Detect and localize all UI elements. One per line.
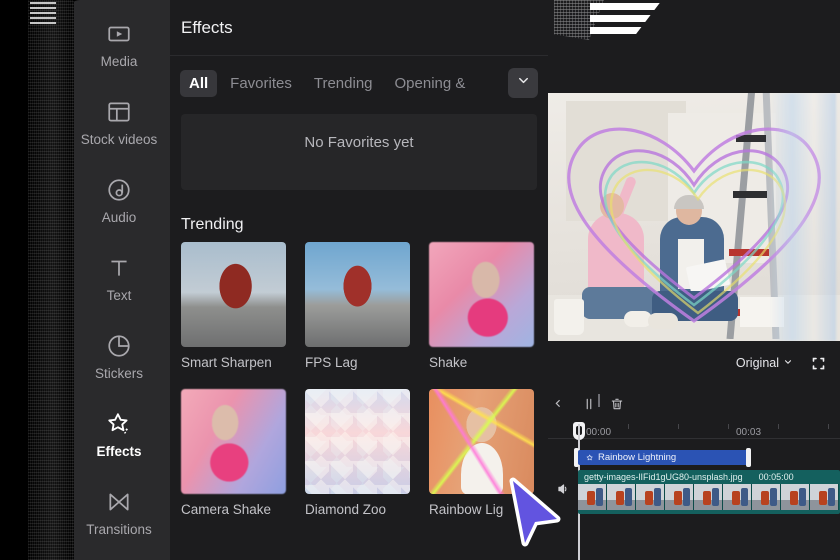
page-title: Effects — [181, 17, 233, 37]
editor-stage: Original 00:00 00:03 Rainbow Lightning g… — [548, 0, 840, 560]
timeline-effect-clip[interactable]: Rainbow Lightning — [578, 450, 750, 465]
window-left-gutter — [0, 0, 74, 560]
arrow-pointer-icon — [505, 475, 563, 549]
effect-thumbnail — [181, 389, 286, 494]
preview-person-left-head — [600, 193, 624, 219]
timeline-toolbar — [548, 386, 840, 422]
favorites-empty-state: No Favorites yet — [181, 114, 537, 190]
preview-quality-label: Original — [735, 356, 779, 370]
preview-shoe — [648, 313, 678, 329]
timeline: 00:00 00:03 Rainbow Lightning getty-imag… — [548, 386, 840, 560]
sidebar-item-label: Media — [100, 54, 138, 69]
app-window: Media Stock videos Audio Text Stickers E… — [0, 0, 840, 560]
timeline-cursor-mark — [598, 394, 600, 407]
trash-icon[interactable] — [610, 397, 624, 411]
sidebar-item-media[interactable]: Media — [68, 6, 170, 84]
timeline-ruler[interactable]: 00:00 00:03 — [548, 422, 840, 442]
effect-label: Camera Shake — [181, 502, 272, 517]
video-preview[interactable] — [548, 93, 840, 341]
effect-card-camera-shake[interactable]: Camera Shake — [181, 389, 286, 517]
sidebar-item-stickers[interactable]: Stickers — [68, 318, 170, 396]
media-play-icon — [106, 21, 132, 47]
transitions-icon — [106, 489, 132, 515]
fullscreen-icon[interactable] — [811, 356, 826, 371]
audio-note-icon — [106, 177, 132, 203]
sidebar-item-label: Audio — [101, 210, 137, 225]
panel-header: Effects — [170, 0, 548, 56]
trending-section-title: Trending — [181, 216, 244, 233]
tab-opening-and[interactable]: Opening & — [386, 70, 472, 97]
tab-trending[interactable]: Trending — [305, 70, 382, 97]
favorites-empty-label: No Favorites yet — [304, 134, 414, 151]
media-clip-filmstrip — [578, 484, 840, 510]
sidebar-item-label: Effects — [96, 444, 142, 459]
effect-clip-label: Rainbow Lightning — [598, 452, 677, 463]
effect-card-smart-sharpen[interactable]: Smart Sharpen — [181, 242, 286, 370]
effect-thumbnail — [305, 389, 410, 494]
media-clip-header: getty-images-lIFid1gUG80-unsplash.jpg 00… — [578, 470, 840, 484]
effects-grid: Smart Sharpen FPS Lag Shake Camera Shake… — [181, 242, 548, 517]
stickers-icon — [106, 333, 132, 359]
effect-thumbnail — [305, 242, 410, 347]
effects-panel: Effects All Favorites Trending Opening &… — [170, 0, 548, 560]
chevron-down-icon — [783, 356, 793, 370]
effect-thumbnail — [181, 242, 286, 347]
app-topbar — [548, 0, 840, 88]
timeline-media-clip[interactable]: getty-images-lIFid1gUG80-unsplash.jpg 00… — [578, 470, 840, 514]
effect-label: Smart Sharpen — [181, 355, 272, 370]
preview-controls: Original — [548, 348, 840, 378]
sidebar-rail: Media Stock videos Audio Text Stickers E… — [68, 0, 170, 560]
timeline-time-label: 00:00 — [586, 427, 612, 438]
text-t-icon — [106, 255, 132, 281]
preview-quality-dropdown[interactable]: Original — [736, 356, 793, 370]
effect-label: Shake — [429, 355, 468, 370]
sidebar-item-stock-videos[interactable]: Stock videos — [68, 84, 170, 162]
effects-sparkle-icon — [586, 449, 594, 467]
sidebar-item-label: Text — [106, 288, 132, 303]
sidebar-item-effects[interactable]: Effects — [68, 396, 170, 474]
media-clip-filename: getty-images-lIFid1gUG80-unsplash.jpg — [584, 472, 743, 482]
chevron-down-icon — [516, 73, 531, 93]
effect-label: FPS Lag — [305, 355, 358, 370]
sidebar-item-label: Stock videos — [80, 132, 158, 147]
app-logo-fragment — [590, 0, 662, 34]
tab-favorites[interactable]: Favorites — [221, 70, 301, 97]
sidebar-item-text[interactable]: Text — [68, 240, 170, 318]
effects-sparkle-icon — [106, 411, 132, 437]
stock-videos-icon — [106, 99, 132, 125]
effect-card-diamond-zoo[interactable]: Diamond Zoo — [305, 389, 410, 517]
effect-label: Diamond Zoo — [305, 502, 387, 517]
preview-light-streak — [770, 93, 836, 341]
sidebar-item-label: Transitions — [86, 522, 152, 537]
gutter-dither-texture — [28, 0, 74, 560]
split-icon[interactable] — [582, 397, 596, 411]
effect-card-shake[interactable]: Shake — [429, 242, 534, 370]
effects-category-tabs: All Favorites Trending Opening & — [170, 56, 548, 98]
clip-trim-handle-right[interactable] — [746, 448, 751, 467]
tabs-overflow-button[interactable] — [508, 68, 538, 98]
media-clip-duration: 00:05:00 — [758, 472, 794, 482]
undo-icon[interactable] — [554, 397, 568, 411]
preview-paint-bucket — [554, 299, 584, 335]
effect-thumbnail — [429, 242, 534, 347]
timeline-time-label: 00:03 — [736, 427, 762, 438]
sidebar-item-audio[interactable]: Audio — [68, 162, 170, 240]
effect-card-fps-lag[interactable]: FPS Lag — [305, 242, 410, 370]
sidebar-item-transitions[interactable]: Transitions — [68, 474, 170, 552]
sidebar-item-label: Stickers — [94, 366, 143, 381]
gutter-top-stripes — [30, 2, 56, 24]
tab-all[interactable]: All — [180, 69, 218, 97]
